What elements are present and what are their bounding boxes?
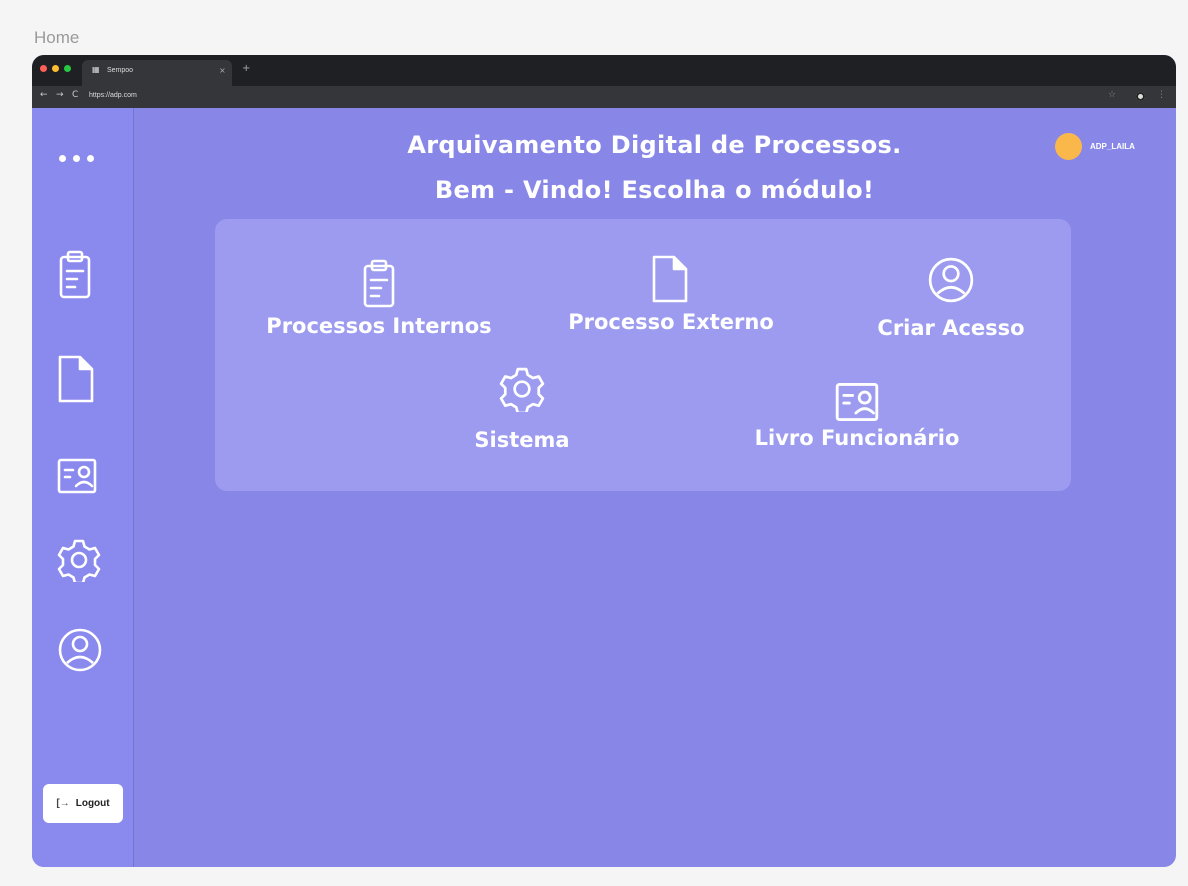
- frame-label: Home: [34, 28, 80, 47]
- sidebar-item-id-card-icon[interactable]: [57, 458, 97, 494]
- document-icon: [652, 255, 688, 303]
- sidebar: [→ Logout: [32, 108, 134, 867]
- module-processos-internos[interactable]: Processos Internos: [239, 258, 519, 338]
- tab-close-icon[interactable]: ×: [219, 66, 226, 75]
- sidebar-item-clipboard-icon[interactable]: [57, 249, 93, 301]
- minimize-window-dot[interactable]: [52, 65, 59, 72]
- user-name: ADP_LAILA: [1090, 142, 1135, 151]
- app-content: [→ Logout Arquivamento Digital de Proces…: [32, 108, 1176, 867]
- browser-window: ▦ Sempoo × + ← → C https://adp.com ☆ ⋮ […: [32, 55, 1176, 867]
- id-card-icon: [835, 382, 879, 422]
- sidebar-item-gear-icon[interactable]: [57, 538, 101, 582]
- user-circle-icon: [928, 257, 974, 303]
- module-label: Sistema: [474, 428, 570, 452]
- bookmark-star-icon[interactable]: ☆: [1108, 90, 1116, 100]
- site-favicon-icon: ▦: [92, 65, 100, 74]
- browser-tab[interactable]: ▦ Sempoo ×: [82, 60, 232, 86]
- new-tab-icon[interactable]: +: [242, 63, 250, 74]
- reload-icon[interactable]: C: [72, 90, 78, 100]
- more-menu-icon[interactable]: [59, 148, 109, 168]
- logout-label: Logout: [75, 798, 110, 809]
- tab-title: Sempoo: [107, 67, 134, 74]
- module-label: Processos Internos: [266, 314, 492, 338]
- close-window-dot[interactable]: [40, 65, 47, 72]
- module-label: Livro Funcionário: [754, 426, 960, 450]
- avatar: [1055, 133, 1082, 160]
- page-subtitle: Bem - Vindo! Escolha o módulo!: [434, 176, 875, 204]
- address-bar: ← → C https://adp.com ☆ ⋮: [32, 86, 1176, 108]
- module-criar-acesso[interactable]: Criar Acesso: [851, 256, 1051, 340]
- sidebar-item-document-icon[interactable]: [57, 354, 97, 406]
- module-panel: Processos Internos Processo Externo Cria…: [215, 219, 1071, 491]
- url-input[interactable]: https://adp.com: [89, 92, 137, 99]
- module-processo-externo[interactable]: Processo Externo: [541, 254, 801, 334]
- user-profile[interactable]: ADP_LAILA: [1055, 133, 1135, 160]
- sidebar-item-user-icon[interactable]: [57, 627, 103, 673]
- back-icon[interactable]: ←: [40, 90, 48, 100]
- maximize-window-dot[interactable]: [64, 65, 71, 72]
- logout-button[interactable]: [→ Logout: [43, 784, 123, 823]
- browser-menu-icon[interactable]: ⋮: [1157, 90, 1166, 100]
- clipboard-icon: [363, 259, 395, 308]
- forward-icon[interactable]: →: [56, 90, 64, 100]
- module-label: Processo Externo: [568, 310, 774, 334]
- browser-tab-bar: ▦ Sempoo × +: [32, 55, 1176, 86]
- module-livro-funcionario[interactable]: Livro Funcionário: [727, 382, 987, 450]
- module-sistema[interactable]: Sistema: [442, 366, 602, 452]
- module-label: Criar Acesso: [877, 316, 1025, 340]
- gear-icon: [499, 367, 545, 412]
- logout-icon: [→: [56, 798, 70, 809]
- page-title: Arquivamento Digital de Processos.: [407, 131, 902, 159]
- extension-icon[interactable]: [1136, 92, 1145, 101]
